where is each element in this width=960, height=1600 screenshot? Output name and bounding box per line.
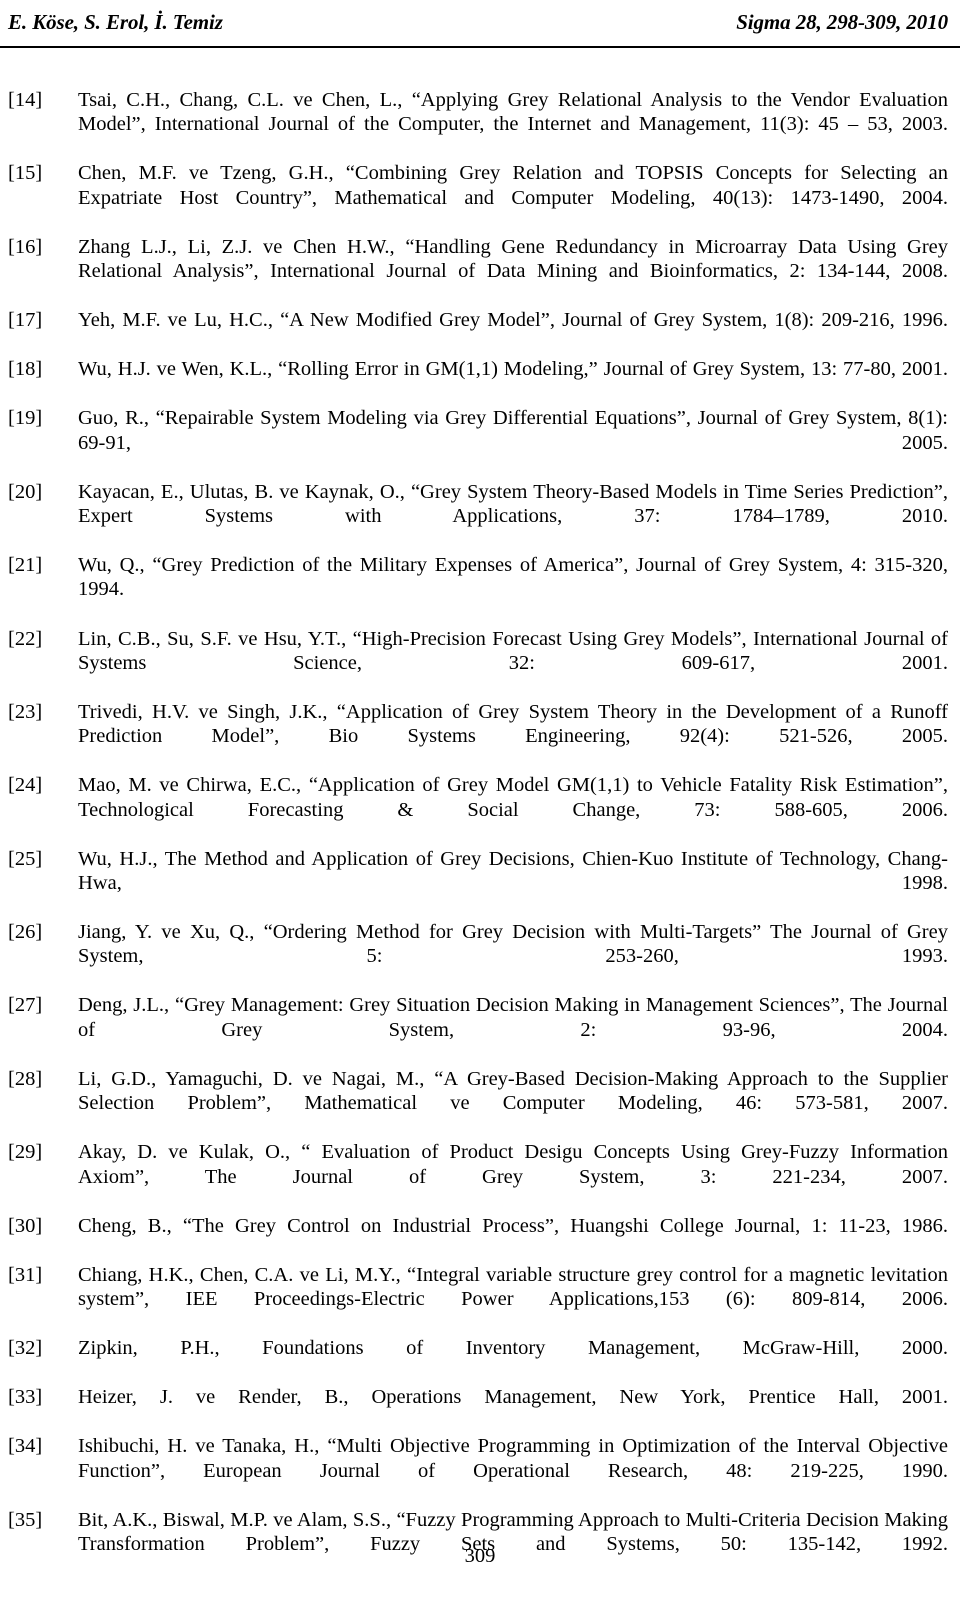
reference-citation-text: Mao, M. ve Chirwa, E.C., “Application of… xyxy=(78,774,948,821)
reference-entry: [25] Wu, H.J., The Method and Application… xyxy=(8,847,948,920)
reference-entry: [14] Tsai, C.H., Chang, C.L. ve Chen, L.,… xyxy=(8,88,948,161)
reference-entry: [15] Chen, M.F. ve Tzeng, G.H., “Combinin… xyxy=(8,161,948,234)
reference-citation-text: Deng, J.L., “Grey Management: Grey Situa… xyxy=(78,994,948,1041)
reference-entry: [34] Ishibuchi, H. ve Tanaka, H., “Multi … xyxy=(8,1434,948,1507)
reference-number: [28] xyxy=(8,1067,43,1090)
reference-entry: [18] Wu, H.J. ve Wen, K.L., “Rolling Erro… xyxy=(8,357,948,406)
reference-citation-text: Chen, M.F. ve Tzeng, G.H., “Combining Gr… xyxy=(78,162,948,209)
reference-entry: [29] Akay, D. ve Kulak, O., “ Evaluation … xyxy=(8,1140,948,1213)
reference-number: [18] xyxy=(8,358,43,381)
reference-entry: [28] Li, G.D., Yamaguchi, D. ve Nagai, M.… xyxy=(8,1067,948,1140)
reference-number: [34] xyxy=(8,1435,43,1458)
reference-number: [31] xyxy=(8,1263,43,1286)
reference-number: [15] xyxy=(8,162,43,185)
reference-entry: [31] Chiang, H.K., Chen, C.A. ve Li, M.Y.… xyxy=(8,1263,948,1336)
reference-citation-text: Guo, R., “Repairable System Modeling via… xyxy=(78,407,948,454)
reference-citation-text: Akay, D. ve Kulak, O., “ Evaluation of P… xyxy=(78,1141,948,1188)
reference-citation-text: Cheng, B., “The Grey Control on Industri… xyxy=(78,1214,948,1237)
header-authors: E. Köse, S. Erol, İ. Temiz xyxy=(8,10,223,34)
reference-entry: [24] Mao, M. ve Chirwa, E.C., “Applicatio… xyxy=(8,773,948,846)
reference-list: [14] Tsai, C.H., Chang, C.L. ve Chen, L.,… xyxy=(8,88,948,1581)
reference-number: [20] xyxy=(8,480,43,503)
reference-number: [26] xyxy=(8,921,43,944)
reference-number: [19] xyxy=(8,407,43,430)
reference-citation-text: Yeh, M.F. ve Lu, H.C., “A New Modified G… xyxy=(78,309,948,332)
reference-citation-text: Kayacan, E., Ulutas, B. ve Kaynak, O., “… xyxy=(78,480,948,528)
reference-citation-text: Tsai, C.H., Chang, C.L. ve Chen, L., “Ap… xyxy=(78,89,948,136)
reference-citation-text: Jiang, Y. ve Xu, Q., “Ordering Method fo… xyxy=(78,921,948,968)
reference-entry: [27] Deng, J.L., “Grey Management: Grey S… xyxy=(8,993,948,1066)
reference-number: [17] xyxy=(8,309,43,332)
reference-citation-text: Li, G.D., Yamaguchi, D. ve Nagai, M., “A… xyxy=(78,1067,948,1115)
header-journal-citation: Sigma 28, 298-309, 2010 xyxy=(736,10,948,34)
reference-number: [33] xyxy=(8,1386,43,1409)
reference-citation-text: Zhang L.J., Li, Z.J. ve Chen H.W., “Hand… xyxy=(78,235,948,283)
header-divider-rule xyxy=(0,46,960,48)
reference-citation-text: Ishibuchi, H. ve Tanaka, H., “Multi Obje… xyxy=(78,1435,948,1482)
reference-number: [16] xyxy=(8,235,43,258)
reference-citation-text: Trivedi, H.V. ve Singh, J.K., “Applicati… xyxy=(78,700,948,748)
reference-number: [23] xyxy=(8,700,43,723)
reference-number: [27] xyxy=(8,994,43,1017)
reference-citation-text: Chiang, H.K., Chen, C.A. ve Li, M.Y., “I… xyxy=(78,1263,948,1311)
reference-number: [21] xyxy=(8,554,43,577)
running-header: E. Köse, S. Erol, İ. Temiz Sigma 28, 298… xyxy=(8,10,948,44)
reference-number: [35] xyxy=(8,1508,43,1531)
reference-number: [22] xyxy=(8,627,43,650)
reference-entry: [30] Cheng, B., “The Grey Control on Indu… xyxy=(8,1214,948,1263)
reference-citation-text: Lin, C.B., Su, S.F. ve Hsu, Y.T., “High-… xyxy=(78,627,948,674)
reference-entry: [22] Lin, C.B., Su, S.F. ve Hsu, Y.T., “H… xyxy=(8,627,948,700)
reference-entry: [21] Wu, Q., “Grey Prediction of the Mili… xyxy=(8,553,948,626)
page-number: 309 xyxy=(464,1545,496,1567)
reference-entry: [23] Trivedi, H.V. ve Singh, J.K., “Appli… xyxy=(8,700,948,773)
reference-entry: [16] Zhang L.J., Li, Z.J. ve Chen H.W., “… xyxy=(8,235,948,308)
reference-citation-text: Heizer, J. ve Render, B., Operations Man… xyxy=(78,1386,948,1409)
reference-number: [24] xyxy=(8,774,43,797)
reference-citation-text: Zipkin, P.H., Foundations of Inventory M… xyxy=(78,1337,948,1360)
reference-number: [30] xyxy=(8,1214,43,1237)
reference-entry: [19] Guo, R., “Repairable System Modeling… xyxy=(8,406,948,479)
reference-citation-text: Wu, H.J., The Method and Application of … xyxy=(78,847,948,894)
reference-number: [25] xyxy=(8,847,43,870)
reference-number: [14] xyxy=(8,89,43,111)
reference-number: [29] xyxy=(8,1141,43,1164)
reference-entry: [26] Jiang, Y. ve Xu, Q., “Ordering Metho… xyxy=(8,920,948,993)
reference-entry: [33] Heizer, J. ve Render, B., Operations… xyxy=(8,1385,948,1434)
document-page: E. Köse, S. Erol, İ. Temiz Sigma 28, 298… xyxy=(0,0,960,1600)
reference-citation-text: Wu, Q., “Grey Prediction of the Military… xyxy=(78,554,948,601)
reference-entry: [32] Zipkin, P.H., Foundations of Invento… xyxy=(8,1336,948,1385)
reference-entry: [20] Kayacan, E., Ulutas, B. ve Kaynak, O… xyxy=(8,480,948,553)
reference-entry: [17] Yeh, M.F. ve Lu, H.C., “A New Modifi… xyxy=(8,308,948,357)
reference-citation-text: Wu, H.J. ve Wen, K.L., “Rolling Error in… xyxy=(78,358,948,381)
reference-number: [32] xyxy=(8,1337,43,1360)
